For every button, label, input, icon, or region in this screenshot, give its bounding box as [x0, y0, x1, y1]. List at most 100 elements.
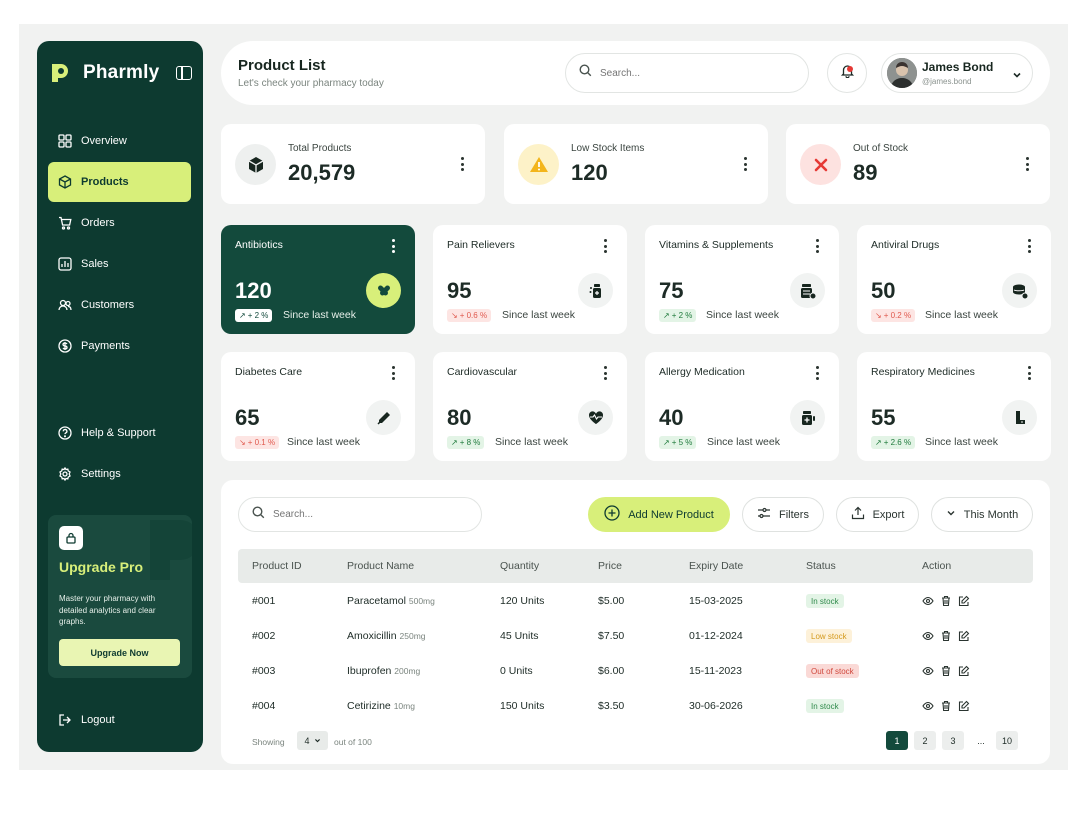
- view-icon[interactable]: [922, 630, 934, 642]
- per-page-select[interactable]: 4: [297, 731, 328, 750]
- more-icon[interactable]: [1027, 366, 1031, 380]
- column-header-status[interactable]: Status: [806, 560, 836, 572]
- table-row[interactable]: #004 Cetirizine 10mg 150 Units $3.50 30-…: [238, 689, 1033, 724]
- promo-title: Upgrade Pro: [59, 559, 144, 575]
- promo-text: Master your pharmacy with detailed analy…: [59, 594, 156, 626]
- cell-id: #002: [252, 630, 276, 642]
- upgrade-now-button[interactable]: Upgrade Now: [59, 639, 180, 666]
- chevron-down-icon: [314, 736, 321, 746]
- table-row[interactable]: #002 Amoxicillin 250mg 45 Units $7.50 01…: [238, 619, 1033, 654]
- delete-icon[interactable]: [940, 700, 952, 712]
- table-search-input[interactable]: [273, 509, 453, 520]
- export-button[interactable]: Export: [836, 497, 919, 532]
- period-label: This Month: [963, 508, 1019, 521]
- filters-button[interactable]: Filters: [742, 497, 824, 532]
- column-header-price[interactable]: Price: [598, 560, 622, 572]
- view-icon[interactable]: [922, 665, 934, 677]
- more-icon[interactable]: [391, 366, 395, 380]
- view-icon[interactable]: [922, 700, 934, 712]
- category-name: Vitamins & Supplements: [659, 239, 774, 251]
- sidebar-item-products[interactable]: Products: [48, 162, 191, 202]
- change-badge: ↗ + 2 %: [659, 309, 697, 322]
- category-card-vitamins[interactable]: Vitamins & Supplements 75 ↗ + 2 % Since l…: [645, 225, 839, 334]
- edit-icon[interactable]: [958, 665, 970, 677]
- brand[interactable]: Pharmly: [49, 61, 159, 85]
- stat-value: 120: [571, 160, 608, 185]
- delete-icon[interactable]: [940, 595, 952, 607]
- notification-dot: [847, 66, 853, 72]
- column-header-id[interactable]: Product ID: [252, 560, 302, 572]
- virus-shield-icon: [1002, 273, 1037, 308]
- category-card-allergy[interactable]: Allergy Medication 40 ↗ + 5 % Since last …: [645, 352, 839, 461]
- period-select[interactable]: This Month: [931, 497, 1033, 532]
- pharmly-logo-icon: [49, 61, 73, 85]
- sidebar-item-help[interactable]: Help & Support: [48, 413, 191, 453]
- category-card-diabetes[interactable]: Diabetes Care 65 ↘ + 0.1 % Since last wee…: [221, 352, 415, 461]
- more-icon[interactable]: [391, 239, 395, 253]
- sidebar-item-label: Products: [81, 176, 129, 188]
- stat-label: Total Products: [288, 143, 352, 154]
- category-card-antiviral[interactable]: Antiviral Drugs 50 ↘ + 0.2 % Since last w…: [857, 225, 1051, 334]
- sidebar-item-orders[interactable]: Orders: [48, 203, 191, 243]
- sidebar-item-label: Sales: [81, 258, 109, 270]
- more-icon[interactable]: [815, 239, 819, 253]
- edit-icon[interactable]: [958, 595, 970, 607]
- page-button-10[interactable]: 10: [996, 731, 1018, 750]
- header-search-input[interactable]: [600, 67, 780, 79]
- column-header-expiry[interactable]: Expiry Date: [689, 560, 743, 572]
- table-row[interactable]: #001 Paracetamol 500mg 120 Units $5.00 1…: [238, 584, 1033, 619]
- user-menu[interactable]: James Bond @james.bond: [881, 53, 1033, 93]
- more-icon[interactable]: [815, 366, 819, 380]
- more-icon[interactable]: [603, 366, 607, 380]
- table-search[interactable]: [238, 497, 482, 532]
- chevron-down-icon: [1012, 67, 1022, 85]
- category-name: Allergy Medication: [659, 366, 745, 378]
- notification-button[interactable]: [827, 53, 867, 93]
- status-badge: Out of stock: [806, 664, 859, 678]
- column-header-quantity[interactable]: Quantity: [500, 560, 539, 572]
- sidebar-item-customers[interactable]: Customers: [48, 285, 191, 325]
- sidebar-toggle-icon[interactable]: [176, 66, 192, 80]
- since-label: Since last week: [502, 309, 575, 321]
- change-badge: ↗ + 8 %: [447, 436, 485, 449]
- change-badge: ↗ + 2.6 %: [871, 436, 916, 449]
- logout-button[interactable]: Logout: [58, 713, 115, 727]
- edit-icon[interactable]: [958, 700, 970, 712]
- sidebar-item-payments[interactable]: Payments: [48, 326, 191, 366]
- stat-label: Low Stock Items: [571, 143, 645, 154]
- sidebar-item-overview[interactable]: Overview: [48, 121, 191, 161]
- sidebar-item-settings[interactable]: Settings: [48, 454, 191, 494]
- add-new-product-button[interactable]: Add New Product: [588, 497, 730, 532]
- status-badge: Low stock: [806, 629, 852, 643]
- delete-icon[interactable]: [940, 665, 952, 677]
- page-button-2[interactable]: 2: [914, 731, 936, 750]
- change-badge: ↗ + 5 %: [659, 436, 697, 449]
- row-actions: [922, 665, 970, 677]
- edit-icon[interactable]: [958, 630, 970, 642]
- delete-icon[interactable]: [940, 630, 952, 642]
- category-card-respiratory[interactable]: Respiratory Medicines 55 ↗ + 2.6 % Since …: [857, 352, 1051, 461]
- table-row[interactable]: #003 Ibuprofen 200mg 0 Units $6.00 15-11…: [238, 654, 1033, 689]
- category-name: Cardiovascular: [447, 366, 518, 378]
- more-icon[interactable]: [1027, 239, 1031, 253]
- more-icon[interactable]: [1025, 157, 1029, 171]
- more-icon[interactable]: [460, 157, 464, 171]
- header-search[interactable]: [565, 53, 809, 93]
- category-card-antibiotics[interactable]: Antibiotics 120 ↗ + 2 % Since last week: [221, 225, 415, 334]
- more-icon[interactable]: [743, 157, 747, 171]
- category-card-pain-relievers[interactable]: Pain Relievers 95 ↘ + 0.6 % Since last we…: [433, 225, 627, 334]
- category-card-cardiovascular[interactable]: Cardiovascular 80 ↗ + 8 % Since last week: [433, 352, 627, 461]
- upload-icon: [851, 506, 865, 523]
- brand-name: Pharmly: [83, 62, 160, 83]
- view-icon[interactable]: [922, 595, 934, 607]
- category-value: 80: [447, 405, 472, 430]
- page-button-3[interactable]: 3: [942, 731, 964, 750]
- more-icon[interactable]: [603, 239, 607, 253]
- column-header-name[interactable]: Product Name: [347, 560, 414, 572]
- page-button-1[interactable]: 1: [886, 731, 908, 750]
- sidebar-item-sales[interactable]: Sales: [48, 244, 191, 284]
- heart-pulse-icon: [578, 400, 613, 435]
- row-actions: [922, 630, 970, 642]
- cell-price: $3.50: [598, 700, 625, 712]
- logout-label: Logout: [81, 714, 115, 726]
